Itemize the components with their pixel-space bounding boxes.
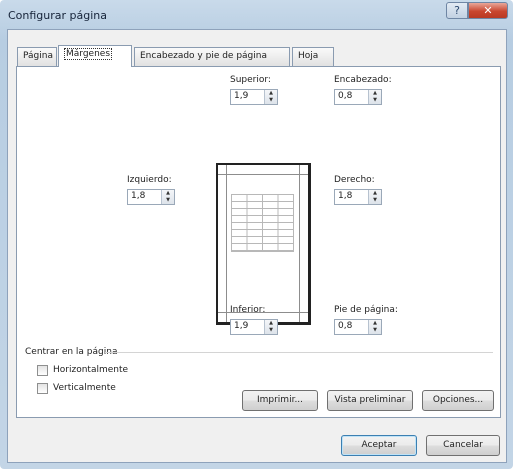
spin-arrows-icon[interactable]: ▲ ▼ <box>264 90 277 104</box>
tab-label: Encabezado y pie de página <box>140 51 267 61</box>
superior-value: 1,9 <box>234 91 249 101</box>
pie-value: 0,8 <box>338 321 353 331</box>
inferior-value: 1,9 <box>234 321 249 331</box>
pie-label: Pie de página: <box>334 305 398 315</box>
superior-spinner[interactable]: 1,9 ▲ ▼ <box>230 89 278 105</box>
vertical-checkbox[interactable] <box>37 383 48 394</box>
close-icon: ✕ <box>483 4 493 17</box>
close-button[interactable]: ✕ <box>468 2 508 19</box>
encabezado-label: Encabezado: <box>334 75 392 85</box>
dialog-content: Página Márgenes Encabezado y pie de pági… <box>7 29 507 463</box>
izquierdo-label: Izquierdo: <box>127 175 172 185</box>
tab-hoja[interactable]: Hoja <box>292 47 334 66</box>
encabezado-spinner[interactable]: 0,8 ▲ ▼ <box>334 89 382 105</box>
spin-arrows-icon[interactable]: ▲ ▼ <box>368 90 381 104</box>
center-group-title: Centrar en la página <box>25 347 118 357</box>
derecho-spinner[interactable]: 1,8 ▲ ▼ <box>334 189 382 205</box>
group-divider <box>105 352 493 353</box>
spin-arrows-icon[interactable]: ▲ ▼ <box>161 190 174 204</box>
tab-encabezado-pie[interactable]: Encabezado y pie de página <box>134 47 290 66</box>
page-preview <box>216 163 311 325</box>
vertical-label[interactable]: Verticalmente <box>53 383 116 393</box>
margin-line <box>299 165 300 322</box>
pie-spinner[interactable]: 0,8 ▲ ▼ <box>334 319 382 335</box>
horizontal-checkbox[interactable] <box>37 365 48 376</box>
tab-pagina[interactable]: Página <box>17 47 57 66</box>
help-icon: ? <box>454 4 460 17</box>
tab-margenes[interactable]: Márgenes <box>58 45 132 67</box>
spin-arrows-icon[interactable]: ▲ ▼ <box>368 320 381 334</box>
title-bar[interactable]: Configurar página ? ✕ <box>0 0 513 32</box>
tab-label: Márgenes <box>64 48 113 60</box>
superior-label: Superior: <box>230 75 271 85</box>
izquierdo-value: 1,8 <box>131 191 146 201</box>
window-title: Configurar página <box>8 9 108 22</box>
page-setup-dialog: Configurar página ? ✕ Página Márgenes En… <box>0 0 513 469</box>
encabezado-value: 0,8 <box>338 91 353 101</box>
inferior-spinner[interactable]: 1,9 ▲ ▼ <box>230 319 278 335</box>
margin-line <box>218 174 308 175</box>
spin-arrows-icon[interactable]: ▲ ▼ <box>368 190 381 204</box>
margins-panel: Superior: 1,9 ▲ ▼ Encabezado: 0,8 ▲ ▼ Izqu… <box>16 66 501 418</box>
cancel-button[interactable]: Cancelar <box>426 435 500 456</box>
print-preview-button[interactable]: Vista preliminar <box>327 390 413 411</box>
help-button[interactable]: ? <box>446 2 468 19</box>
margin-line <box>226 165 227 322</box>
options-button[interactable]: Opciones... <box>422 390 494 411</box>
inferior-label: Inferior: <box>230 305 266 315</box>
horizontal-label[interactable]: Horizontalmente <box>53 365 128 375</box>
derecho-label: Derecho: <box>334 175 375 185</box>
izquierdo-spinner[interactable]: 1,8 ▲ ▼ <box>127 189 175 205</box>
preview-grid <box>231 194 294 252</box>
ok-button[interactable]: Aceptar <box>341 435 417 456</box>
tab-label: Hoja <box>298 51 319 61</box>
derecho-value: 1,8 <box>338 191 353 201</box>
print-button[interactable]: Imprimir... <box>242 390 318 411</box>
tab-label: Página <box>23 51 53 61</box>
spin-arrows-icon[interactable]: ▲ ▼ <box>264 320 277 334</box>
